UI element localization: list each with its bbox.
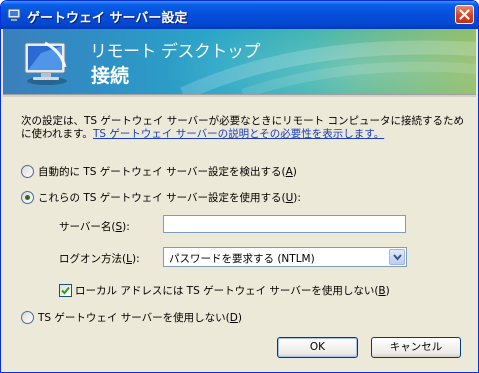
radio-auto-detect-label[interactable]: 自動的に TS ゲートウェイ サーバー設定を検出する(A): [38, 164, 297, 179]
dialog-window: ゲートウェイ サーバー設定 リモート デスクトップ 接続 次の設定は、TS ゲー…: [0, 0, 479, 373]
logon-method-value: パスワードを要求する (NTLM): [169, 253, 315, 265]
title-bar[interactable]: ゲートウェイ サーバー設定: [1, 1, 478, 29]
window-title: ゲートウェイ サーバー設定: [27, 11, 188, 26]
banner-title: 接続: [91, 65, 130, 87]
close-button[interactable]: [455, 5, 474, 24]
radio-no-gateway-label[interactable]: TS ゲートウェイ サーバーを使用しない(D): [38, 310, 242, 325]
app-icon: [7, 8, 21, 21]
bypass-local-checkbox[interactable]: [59, 284, 72, 297]
server-name-label: サーバー名(S):: [59, 221, 130, 233]
checkmark-icon: [61, 286, 70, 295]
remote-desktop-monitor-icon: [24, 41, 67, 85]
divider: [3, 94, 476, 97]
banner-subtitle: リモート デスクトップ: [90, 42, 260, 62]
logon-method-label: ログオン方法(L):: [59, 253, 140, 265]
cancel-button[interactable]: キャンセル: [371, 337, 461, 358]
logon-method-select[interactable]: パスワードを要求する (NTLM): [163, 247, 407, 267]
close-icon: [459, 9, 470, 20]
radio-selected-dot: [25, 195, 30, 200]
radio-no-gateway[interactable]: [21, 311, 34, 324]
ok-button[interactable]: OK: [277, 337, 358, 358]
bypass-local-label[interactable]: ローカル アドレスには TS ゲートウェイ サーバーを使用しない(B): [75, 283, 390, 298]
dropdown-button[interactable]: [389, 249, 405, 265]
help-link[interactable]: TS ゲートウェイ サーバーの説明とその必要性を表示します。: [93, 128, 384, 140]
radio-use-settings-label[interactable]: これらの TS ゲートウェイ サーバー設定を使用する(U):: [38, 190, 301, 205]
chevron-down-icon: [393, 254, 402, 261]
radio-auto-detect[interactable]: [21, 165, 34, 178]
description-text: 次の設定は、TS ゲートウェイ サーバーが必要なときにリモート コンピュータに接…: [21, 115, 466, 141]
radio-use-settings[interactable]: [21, 191, 34, 204]
header-banner: リモート デスクトップ 接続: [3, 29, 476, 94]
server-name-input[interactable]: [163, 215, 406, 233]
